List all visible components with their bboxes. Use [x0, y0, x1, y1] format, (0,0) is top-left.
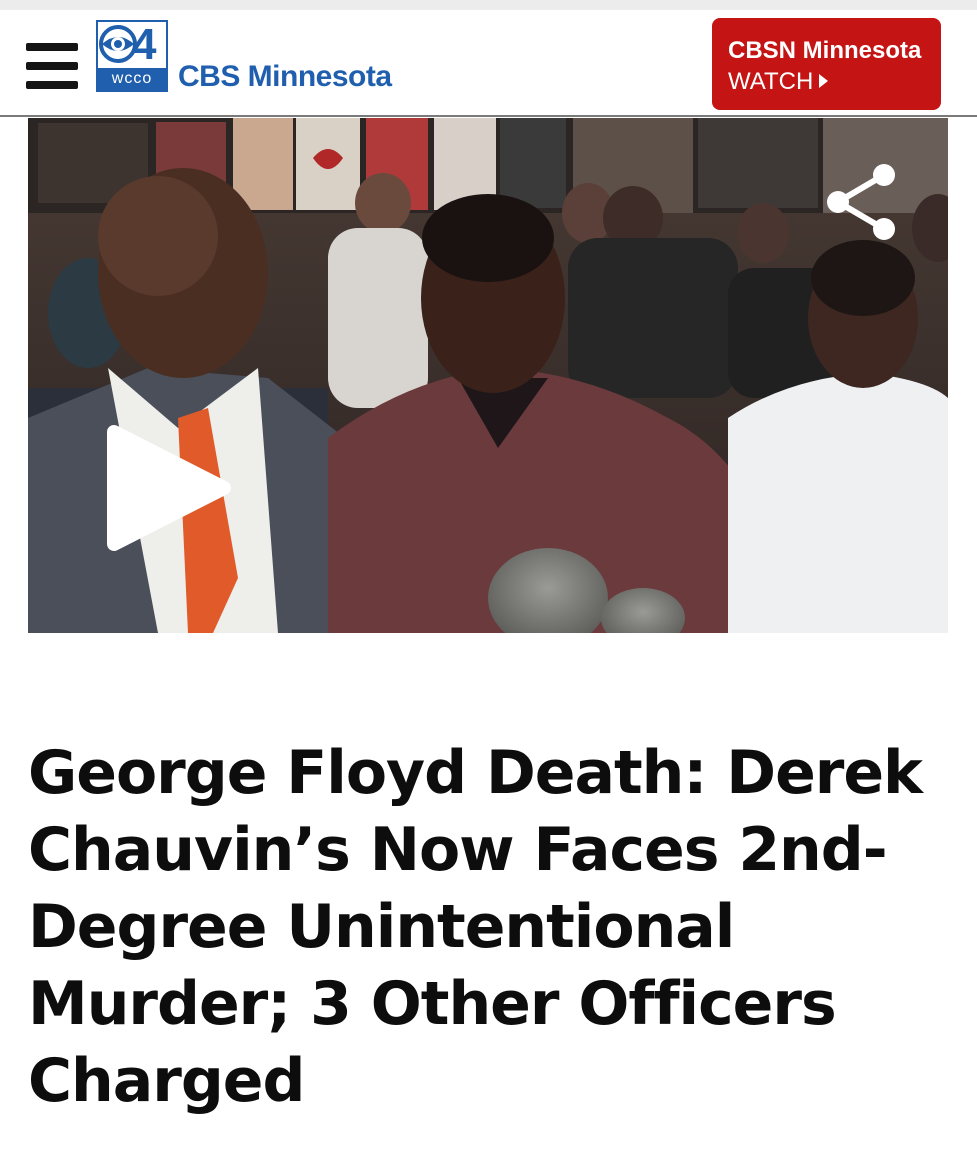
watch-button-action-row: WATCH [728, 66, 941, 98]
call-sign: wcco [98, 68, 166, 90]
play-caret-icon [819, 74, 829, 88]
video-player[interactable] [28, 118, 948, 633]
site-header: 4 wcco CBS Minnesota CBSN Minnesota WATC… [0, 10, 977, 117]
watch-button-title: CBSN Minnesota [728, 37, 922, 64]
top-divider [0, 0, 977, 10]
channel-number: 4 [132, 20, 157, 69]
watch-button-label: WATCH [728, 68, 814, 95]
play-icon[interactable] [104, 422, 234, 554]
article-headline: George Floyd Death: Derek Chauvin’s Now … [28, 738, 923, 1116]
site-logo[interactable]: 4 wcco CBS Minnesota [96, 20, 436, 104]
share-icon[interactable] [824, 162, 900, 242]
brand-name: CBS Minnesota [178, 60, 392, 93]
video-thumbnail [28, 118, 948, 633]
wcco-logo-badge: 4 wcco [96, 20, 168, 92]
watch-live-button[interactable]: CBSN Minnesota WATCH [712, 18, 941, 110]
hamburger-menu-icon[interactable] [26, 43, 78, 89]
